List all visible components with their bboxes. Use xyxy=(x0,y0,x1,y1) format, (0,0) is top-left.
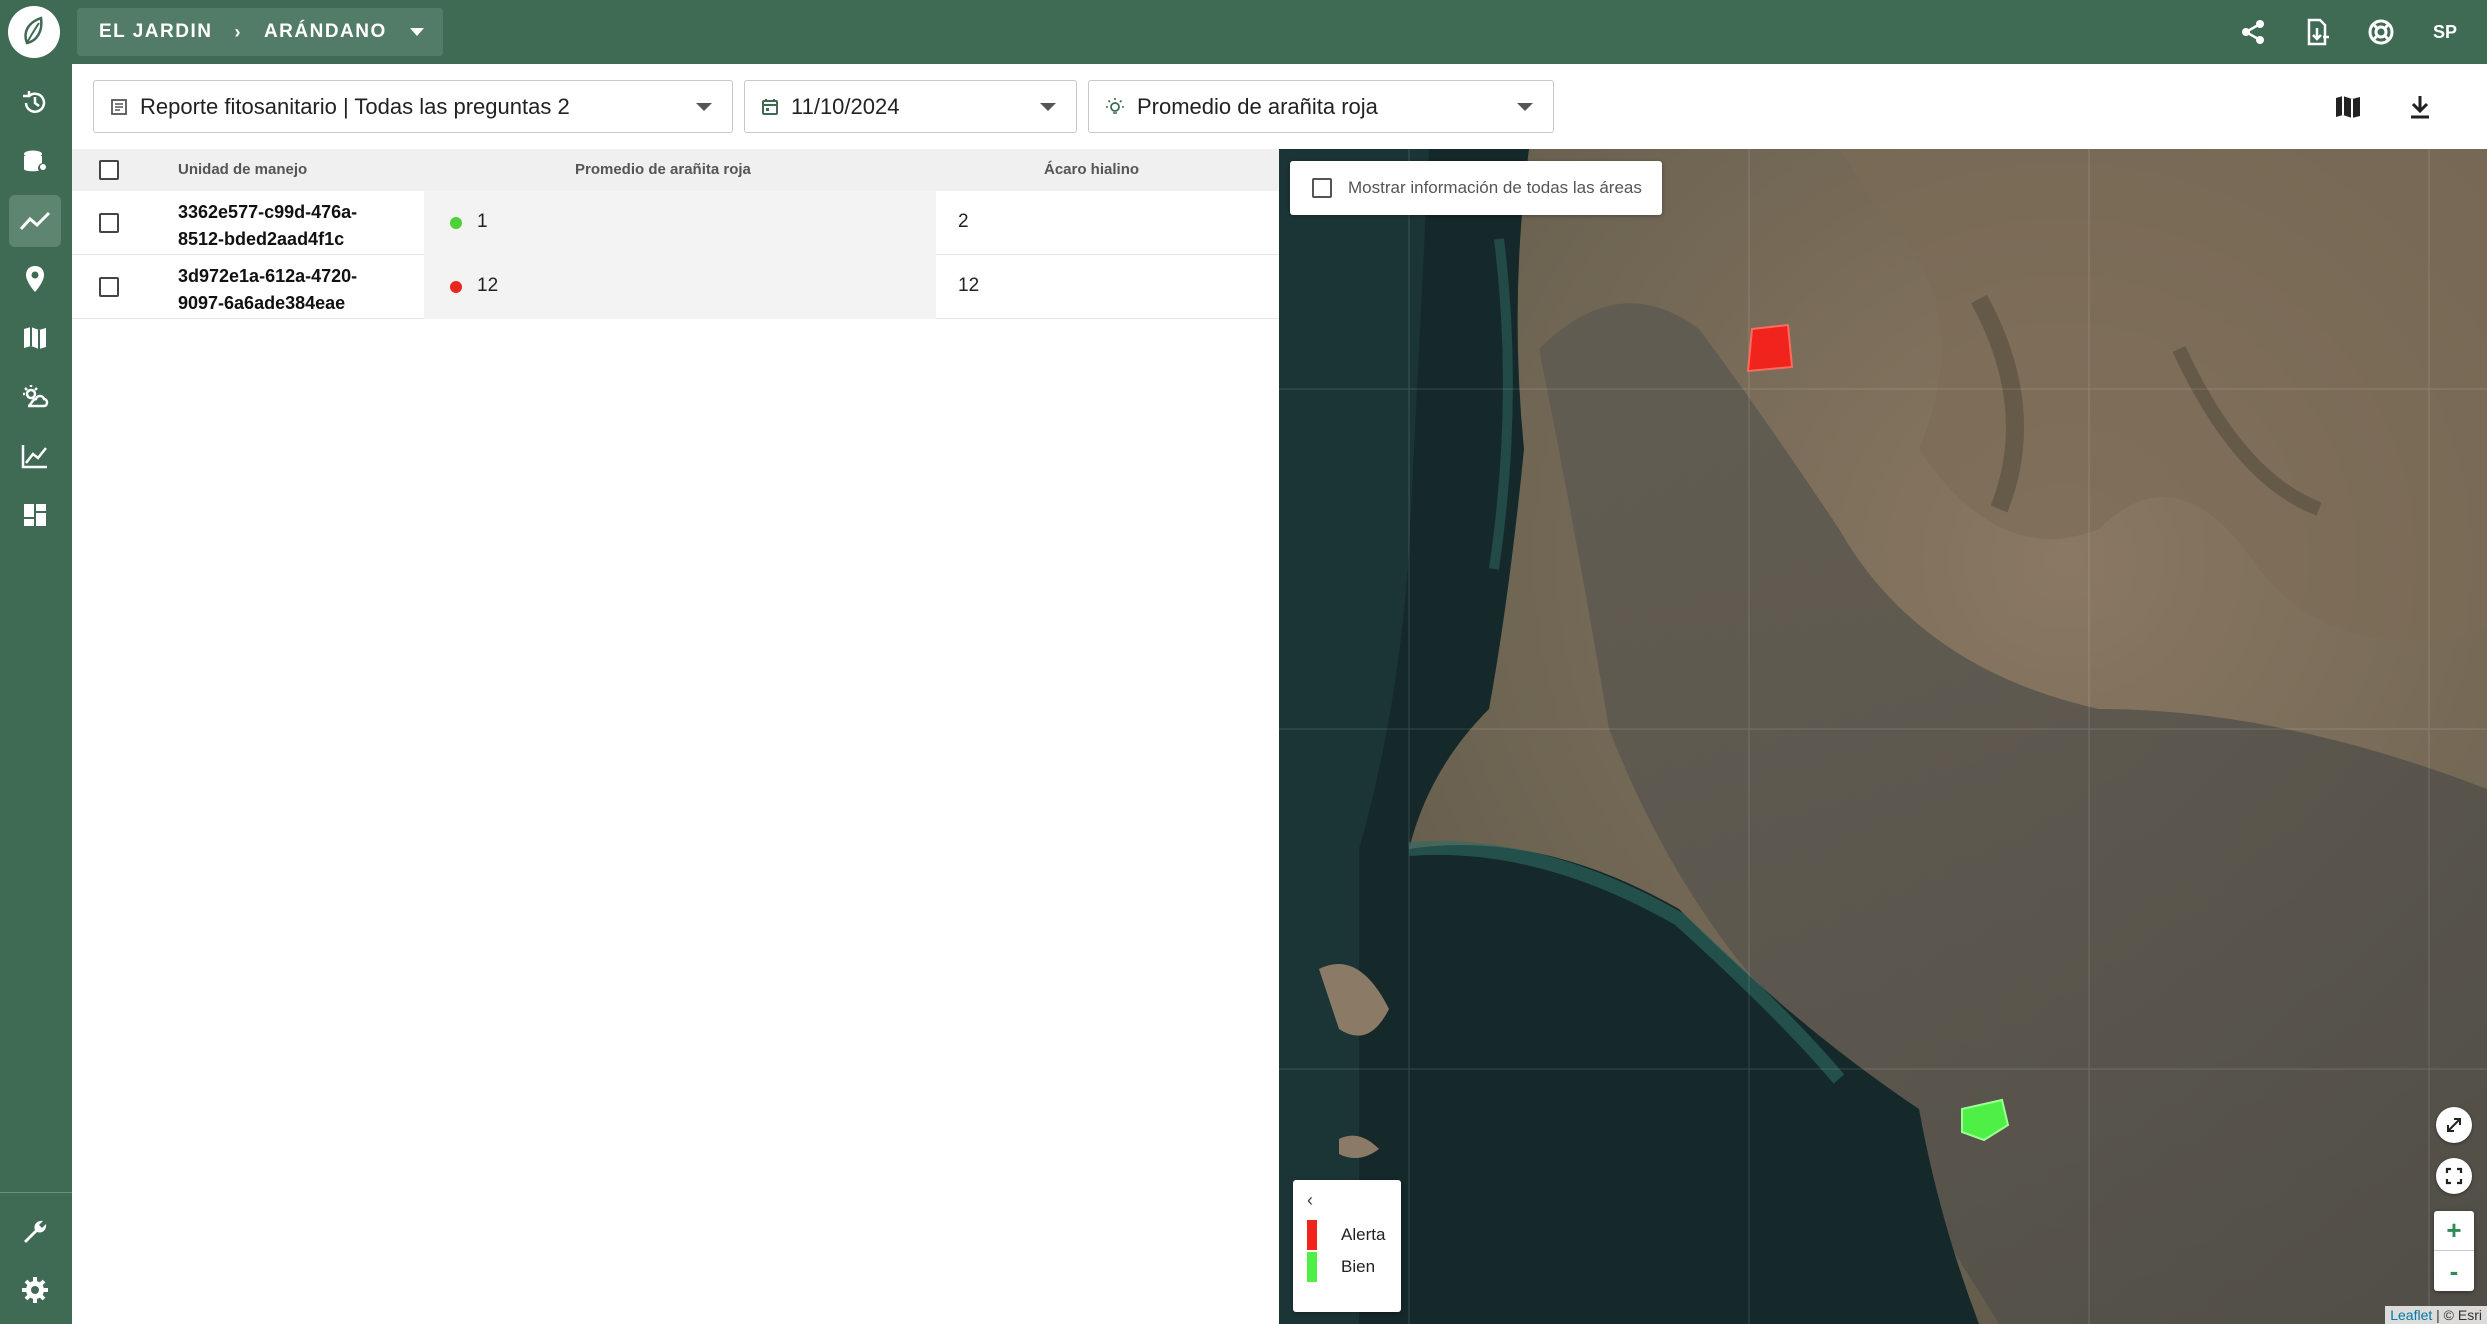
report-select-value: Reporte fitosanitario | Todas las pregun… xyxy=(140,93,570,119)
download-icon xyxy=(2411,96,2429,119)
download-button[interactable] xyxy=(2395,82,2445,132)
report-select[interactable]: Reporte fitosanitario | Todas las pregun… xyxy=(93,80,733,133)
legend-swatch xyxy=(1307,1220,1317,1250)
map-icon xyxy=(2336,96,2360,118)
caret-down-icon[interactable] xyxy=(409,21,425,43)
zoom-out-button[interactable]: - xyxy=(2434,1251,2474,1291)
zoom-in-button[interactable]: + xyxy=(2434,1211,2474,1251)
other-value: 2 xyxy=(958,211,969,232)
data-table: Unidad de manejo Promedio de arañita roj… xyxy=(72,149,1279,319)
unit-id-line1: 3d972e1a-612a-4720- xyxy=(178,266,358,286)
show-all-areas-checkbox[interactable] xyxy=(1312,178,1332,198)
column-header-unit[interactable]: Unidad de manejo xyxy=(178,161,307,178)
attribution-text: | © Esri xyxy=(2432,1307,2482,1323)
calendar-icon xyxy=(761,98,779,116)
breadcrumb-farm[interactable]: EL JARDIN xyxy=(99,21,212,43)
chevron-down-icon xyxy=(696,102,712,111)
metric-select-value: Promedio de arañita roja xyxy=(1137,93,1378,119)
date-select[interactable]: 11/10/2024 xyxy=(744,80,1077,133)
metric-cell-bg xyxy=(424,255,936,319)
column-header-metric[interactable]: Promedio de arañita roja xyxy=(575,161,751,178)
show-all-areas-control[interactable]: Mostrar información de todas las áreas xyxy=(1290,161,1662,215)
metric-cell-bg xyxy=(424,191,936,255)
support-icon[interactable] xyxy=(2349,0,2413,64)
date-select-value: 11/10/2024 xyxy=(791,93,900,119)
document-icon xyxy=(110,98,128,116)
weather-icon[interactable] xyxy=(9,371,61,423)
wrench-icon[interactable] xyxy=(9,1206,61,1258)
leaf-icon xyxy=(24,16,43,45)
sidebar-divider xyxy=(0,1192,72,1193)
chevron-right-icon: › xyxy=(234,21,242,42)
legend-label: Alerta xyxy=(1341,1225,1386,1244)
expand-map-button[interactable] xyxy=(2436,1107,2472,1143)
database-pin-icon[interactable] xyxy=(9,136,61,188)
leaflet-link[interactable]: Leaflet xyxy=(2390,1307,2432,1323)
app-logo[interactable] xyxy=(8,6,60,58)
unit-id-line2: 9097-6a6ade384eae xyxy=(178,293,346,313)
table-header: Unidad de manejo Promedio de arañita roj… xyxy=(72,149,1279,191)
legend-swatch xyxy=(1307,1252,1317,1282)
lightbulb-icon xyxy=(1105,97,1125,117)
unit-id-line2: 8512-bded2aad4f1c xyxy=(178,229,345,249)
history-icon[interactable] xyxy=(9,77,61,129)
table-row[interactable]: 3d972e1a-612a-4720- 9097-6a6ade384eae 12… xyxy=(72,255,1279,319)
zoom-control: + - xyxy=(2434,1211,2474,1291)
top-bar: EL JARDIN › ARÁNDANO SP xyxy=(0,0,2487,64)
satellite-map[interactable] xyxy=(1279,149,2487,1324)
metric-value: 12 xyxy=(477,275,499,296)
settings-icon[interactable] xyxy=(9,1264,61,1316)
status-dot xyxy=(450,281,462,293)
other-value: 12 xyxy=(958,275,980,296)
breadcrumb-crop[interactable]: ARÁNDANO xyxy=(264,21,387,43)
map-panel[interactable]: Mostrar información de todas las áreas ‹… xyxy=(1279,149,2487,1324)
show-all-areas-label: Mostrar información de todas las áreas xyxy=(1348,178,1642,197)
row-checkbox[interactable] xyxy=(99,213,119,233)
unit-id: 3362e577-c99d-476a- 8512-bded2aad4f1c xyxy=(178,199,398,253)
map-legend: ‹ Alerta Bien xyxy=(1293,1180,1401,1312)
column-header-other[interactable]: Ácaro hialino xyxy=(1044,161,1139,178)
legend-label: Bien xyxy=(1341,1257,1376,1276)
chevron-down-icon xyxy=(1040,102,1056,111)
row-checkbox[interactable] xyxy=(99,277,119,297)
share-icon[interactable] xyxy=(2221,0,2285,64)
legend-item-ok: Bien xyxy=(1307,1252,1375,1282)
collapse-legend-icon[interactable]: ‹ xyxy=(1307,1190,1313,1211)
map-view-button[interactable] xyxy=(2323,82,2373,132)
chart-line-icon[interactable] xyxy=(9,430,61,482)
location-pin-icon[interactable] xyxy=(9,253,61,305)
map-icon[interactable] xyxy=(9,312,61,364)
unit-id: 3d972e1a-612a-4720- 9097-6a6ade384eae xyxy=(178,263,398,317)
breadcrumb[interactable]: EL JARDIN › ARÁNDANO xyxy=(77,8,443,56)
fullscreen-button[interactable] xyxy=(2436,1158,2472,1194)
metric-select[interactable]: Promedio de arañita roja xyxy=(1088,80,1554,133)
sidebar xyxy=(0,64,72,1324)
trend-icon[interactable] xyxy=(9,195,61,247)
fullscreen-icon xyxy=(2445,1167,2463,1185)
select-all-checkbox[interactable] xyxy=(99,160,119,180)
legend-item-alert: Alerta xyxy=(1307,1220,1385,1250)
metric-value: 1 xyxy=(477,211,488,232)
status-dot xyxy=(450,217,462,229)
chevron-down-icon xyxy=(1517,102,1533,111)
user-avatar[interactable]: SP xyxy=(2413,22,2477,43)
table-row[interactable]: 3362e577-c99d-476a- 8512-bded2aad4f1c 1 … xyxy=(72,191,1279,255)
export-icon[interactable] xyxy=(2285,0,2349,64)
map-attribution: Leaflet | © Esri xyxy=(2385,1306,2487,1324)
unit-id-line1: 3362e577-c99d-476a- xyxy=(178,202,358,222)
expand-icon xyxy=(2447,1118,2461,1132)
dashboard-icon[interactable] xyxy=(9,489,61,541)
area-polygon-alert[interactable] xyxy=(1746,323,1794,373)
